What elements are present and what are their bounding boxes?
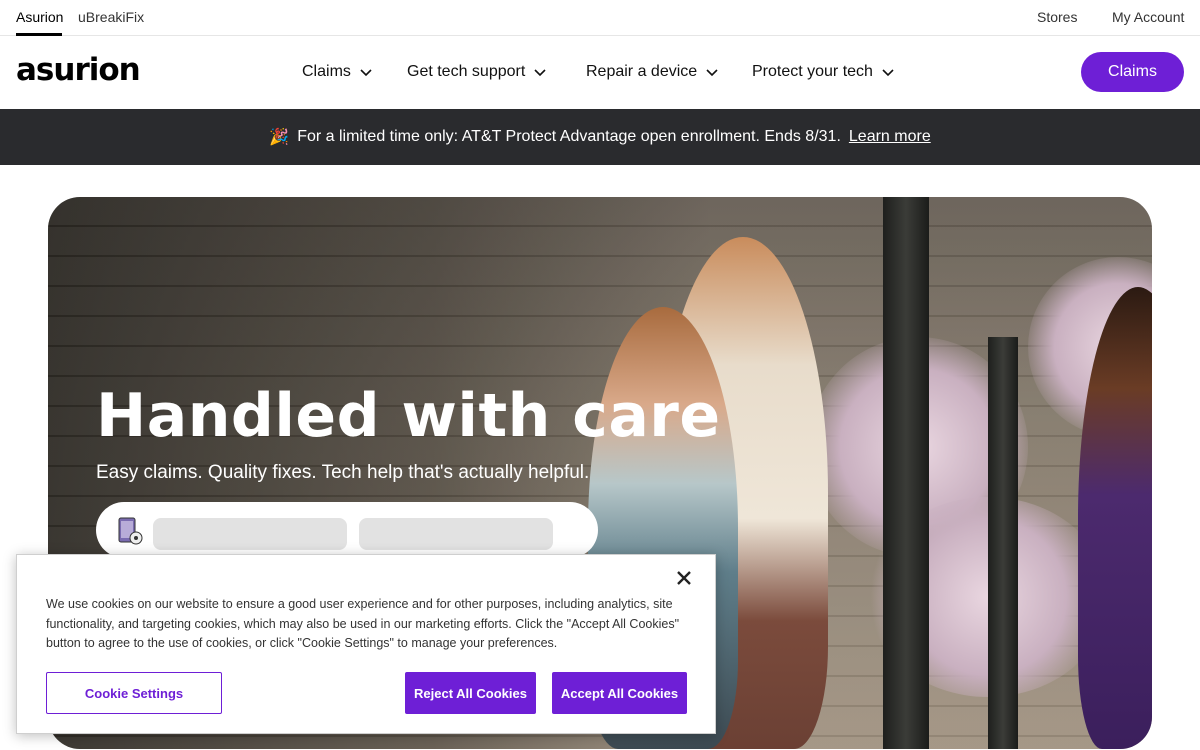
asurion-logo[interactable]: asurion (16, 52, 141, 88)
chevron-down-icon (534, 69, 546, 77)
nav-item-tech-support[interactable]: Get tech support (407, 63, 547, 81)
reject-cookies-button[interactable]: Reject All Cookies (405, 672, 536, 714)
util-link-asurion[interactable]: Asurion (16, 9, 63, 25)
cookie-message: We use cookies on our website to ensure … (46, 597, 680, 650)
party-icon: 🎉 (269, 129, 290, 146)
util-link-stores[interactable]: Stores (1037, 9, 1077, 25)
close-icon[interactable] (673, 567, 695, 589)
nav-item-label: Repair a device (586, 63, 698, 80)
learn-more-link[interactable]: Learn more (849, 128, 931, 146)
cookie-consent-dialog: We use cookies on our website to ensure … (16, 554, 716, 734)
hero-title: Handled with care (96, 381, 721, 451)
chevron-down-icon (882, 69, 894, 77)
nav-item-label: Protect your tech (752, 63, 873, 80)
device-icon (118, 517, 143, 545)
accept-cookies-button[interactable]: Accept All Cookies (552, 672, 687, 714)
main-nav: asurion Claims Get tech support Repair a… (0, 36, 1200, 109)
chevron-down-icon (360, 69, 372, 77)
nav-item-label: Get tech support (407, 63, 526, 80)
porch-pillar (883, 197, 929, 749)
claims-button[interactable]: Claims (1081, 52, 1184, 92)
promo-banner: 🎉 For a limited time only: AT&T Protect … (0, 109, 1200, 165)
cookie-settings-button[interactable]: Cookie Settings (46, 672, 222, 714)
porch-pillar (988, 337, 1018, 749)
device-search-bar[interactable] (96, 502, 598, 558)
util-link-my-account[interactable]: My Account (1112, 9, 1184, 25)
nav-item-repair[interactable]: Repair a device (586, 63, 719, 81)
util-link-ubreakifix[interactable]: uBreakiFix (78, 9, 144, 25)
loading-placeholder (359, 518, 553, 550)
hero-subtitle: Easy claims. Quality fixes. Tech help th… (96, 462, 590, 483)
chevron-down-icon (706, 69, 718, 77)
loading-placeholder (153, 518, 347, 550)
nav-item-label: Claims (302, 63, 351, 80)
nav-item-protect[interactable]: Protect your tech (752, 63, 895, 81)
promo-text: For a limited time only: AT&T Protect Ad… (297, 128, 841, 145)
utility-bar: Asurion uBreakiFix Stores My Account (0, 0, 1200, 36)
nav-item-claims[interactable]: Claims (302, 63, 373, 81)
